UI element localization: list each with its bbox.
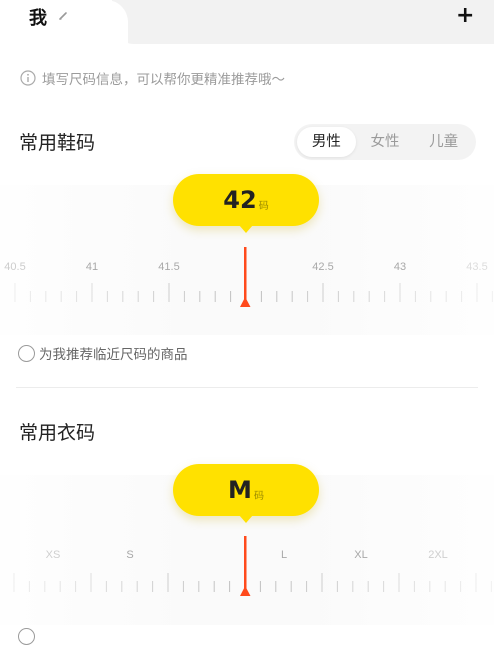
edit-icon[interactable]: [58, 9, 70, 21]
gender-option-child[interactable]: 儿童: [414, 127, 473, 157]
clothing-pointer: [244, 536, 247, 592]
bubble-tail: [239, 225, 253, 233]
shoe-tick-label: 43: [394, 261, 406, 273]
clothing-size-unit: 码: [253, 490, 264, 502]
shoe-size-bubble: 42 码: [173, 174, 319, 233]
recommend-nearby-size-label: 为我推荐临近尺码的商品: [39, 347, 188, 363]
shoe-tick-label: 41: [86, 261, 98, 273]
clothing-selected-size: M: [228, 476, 252, 504]
clothing-section-title: 常用衣码: [19, 422, 96, 444]
inactive-tab-area[interactable]: [112, 0, 494, 44]
clothing-pointer-tip: [240, 586, 251, 596]
clothing-recommend-option[interactable]: [18, 628, 35, 645]
shoe-tick-label: 43.5: [466, 261, 487, 273]
shoe-tick-label: 41.5: [158, 261, 179, 273]
info-text: 填写尺码信息，可以帮你更精准推荐哦～: [42, 72, 285, 88]
clothing-ruler-ticks: [13, 573, 492, 592]
top-tab-bar: 我 +: [0, 0, 494, 44]
clothing-tick-label: L: [281, 549, 287, 561]
gender-option-male[interactable]: 男性: [297, 127, 356, 157]
clothing-size-bubble: M 码: [173, 464, 319, 523]
gender-selector: 男性 女性 儿童: [294, 124, 476, 160]
shoe-tick-label: 40.5: [4, 261, 25, 273]
radio-circle-icon[interactable]: [18, 628, 35, 645]
shoe-section-title: 常用鞋码: [19, 132, 96, 154]
shoe-pointer-tip: [240, 297, 251, 307]
shoe-pointer: [244, 247, 247, 303]
gender-option-female[interactable]: 女性: [356, 127, 415, 157]
section-divider: [16, 387, 478, 388]
bubble-tail: [239, 515, 253, 523]
shoe-tick-label: 42.5: [312, 261, 333, 273]
radio-circle-icon[interactable]: [18, 344, 35, 362]
clothing-tick-label: 2XL: [428, 549, 448, 561]
clothing-tick-label: S: [126, 549, 133, 561]
shoe-size-unit: 码: [258, 200, 269, 212]
info-hint: 填写尺码信息，可以帮你更精准推荐哦～: [20, 68, 285, 88]
shoe-selected-size: 42: [223, 186, 257, 214]
shoe-ruler-ticks: [14, 283, 493, 302]
recommend-nearby-size-option[interactable]: 为我推荐临近尺码的商品: [18, 343, 188, 363]
clothing-tick-label: XL: [354, 549, 367, 561]
info-icon: [20, 70, 36, 86]
page-title[interactable]: 我: [29, 4, 47, 30]
clothing-tick-label: XS: [46, 549, 61, 561]
add-button[interactable]: +: [456, 4, 474, 28]
